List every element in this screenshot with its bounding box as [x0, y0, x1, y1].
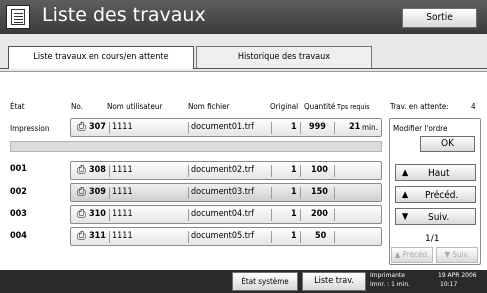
- table-row[interactable]: ⎙ 311 1111 document05.trf 1 50: [70, 227, 382, 246]
- printer-job-icon: ⎙: [77, 229, 86, 242]
- table-row[interactable]: ⎙ 309 1111 document03.trf 1 150: [70, 183, 382, 202]
- job-file: document03.trf: [191, 187, 255, 197]
- title-bar: Liste des travaux Sortie: [0, 0, 487, 34]
- ok-button[interactable]: OK: [420, 136, 475, 152]
- prev-page-label: Précéd.: [402, 250, 430, 259]
- job-quantity: 200: [311, 209, 328, 219]
- tab-active-gap: [9, 67, 193, 69]
- job-number: 311: [89, 231, 106, 241]
- job-file: document05.trf: [191, 231, 255, 241]
- printer-job-icon: ⎙: [77, 207, 86, 220]
- job-original: 1: [291, 187, 297, 197]
- date-display: 19 APR 2006: [438, 272, 477, 279]
- job-number: 308: [89, 165, 106, 175]
- job-user: 1111: [112, 187, 133, 197]
- job-quantity: 100: [311, 165, 328, 175]
- printer-status-sub: Imnr. : 1 min.: [370, 281, 411, 288]
- next-page-label: Suiv.: [452, 250, 470, 259]
- arrow-down-icon: ▼: [444, 250, 451, 259]
- job-time-value: 21: [349, 122, 361, 132]
- prev-page-button[interactable]: ▲ Précéd.: [391, 247, 433, 263]
- table-row[interactable]: ⎙ 308 1111 document02.trf 1 100: [70, 161, 382, 180]
- job-original: 1: [291, 165, 297, 175]
- job-time-unit: min.: [362, 123, 378, 132]
- move-up-button[interactable]: ▲ Précéd.: [395, 186, 476, 203]
- table-row[interactable]: ⎙ 310 1111 document04.trf 1 200: [70, 205, 382, 224]
- arrow-down-icon: ▼: [402, 212, 409, 222]
- job-number: 307: [89, 122, 106, 132]
- job-list-icon: [6, 5, 30, 29]
- arrow-up-icon: ▲: [394, 250, 401, 259]
- queue-rank: 004: [10, 231, 27, 241]
- job-original: 1: [291, 122, 297, 132]
- arrow-up-icon: ▲: [402, 168, 409, 178]
- job-quantity: 999: [309, 122, 326, 132]
- next-page-button[interactable]: ▼ Suiv.: [436, 247, 478, 263]
- printer-job-icon: ⎙: [77, 185, 86, 198]
- move-top-label: Haut: [428, 168, 450, 179]
- col-header-no: No.: [71, 102, 83, 111]
- job-list-button[interactable]: Liste trav.: [302, 272, 366, 291]
- waiting-label: Trav. en attente:: [390, 102, 449, 111]
- tab-job-history[interactable]: Historique des travaux: [196, 46, 372, 68]
- job-file: document04.trf: [191, 209, 255, 219]
- page-indicator: 1/1: [425, 234, 440, 244]
- move-top-button[interactable]: ▲ Haut: [395, 164, 476, 181]
- move-down-button[interactable]: ▼ Suiv.: [395, 208, 476, 225]
- col-header-time: Tps requis: [337, 103, 370, 111]
- progress-bar: [10, 141, 382, 152]
- time-display: 10:17: [440, 281, 458, 288]
- queue-rank: 002: [10, 187, 27, 197]
- printer-job-icon: ⎙: [77, 120, 86, 133]
- status-bar: État système Liste trav. Imprimante Imnr…: [0, 270, 487, 293]
- reorder-panel: Modifier l'ordre OK ▲ Haut ▲ Précéd. ▼ S…: [389, 118, 481, 265]
- arrow-up-icon: ▲: [402, 190, 409, 200]
- job-user: 1111: [112, 231, 133, 241]
- job-quantity: 150: [311, 187, 328, 197]
- col-header-quantity: Quantité: [304, 102, 336, 111]
- col-header-user: Nom utilisateur: [107, 102, 163, 111]
- current-job-row[interactable]: ⎙ 307 1111 document01.trf 1 999 21 min.: [70, 118, 382, 137]
- job-original: 1: [291, 209, 297, 219]
- job-number: 310: [89, 209, 106, 219]
- job-user: 1111: [112, 209, 133, 219]
- waiting-count: 4: [471, 102, 476, 111]
- screen-title: Liste des travaux: [42, 4, 206, 26]
- tab-current-jobs[interactable]: Liste travaux en cours/en attente: [8, 46, 194, 68]
- col-header-state: État: [10, 102, 25, 111]
- current-job-state: Impression: [10, 124, 50, 133]
- job-user: 1111: [112, 165, 133, 175]
- system-status-button[interactable]: État système: [232, 272, 298, 291]
- queue-rank: 003: [10, 209, 27, 219]
- job-original: 1: [291, 231, 297, 241]
- job-file: document01.trf: [191, 122, 255, 132]
- move-down-label: Suiv.: [428, 212, 450, 223]
- job-user: 1111: [112, 122, 133, 132]
- col-header-file: Nom fichier: [188, 102, 230, 111]
- reorder-label: Modifier l'ordre: [393, 124, 448, 133]
- job-quantity: 50: [315, 231, 327, 241]
- printer-job-icon: ⎙: [77, 163, 86, 176]
- col-header-original: Original: [270, 102, 299, 111]
- printer-status-label: Imprimante: [370, 272, 405, 279]
- queue-rank: 001: [10, 164, 27, 174]
- job-number: 309: [89, 187, 106, 197]
- move-up-label: Précéd.: [425, 190, 459, 201]
- job-file: document02.trf: [191, 165, 255, 175]
- exit-button[interactable]: Sortie: [402, 8, 477, 28]
